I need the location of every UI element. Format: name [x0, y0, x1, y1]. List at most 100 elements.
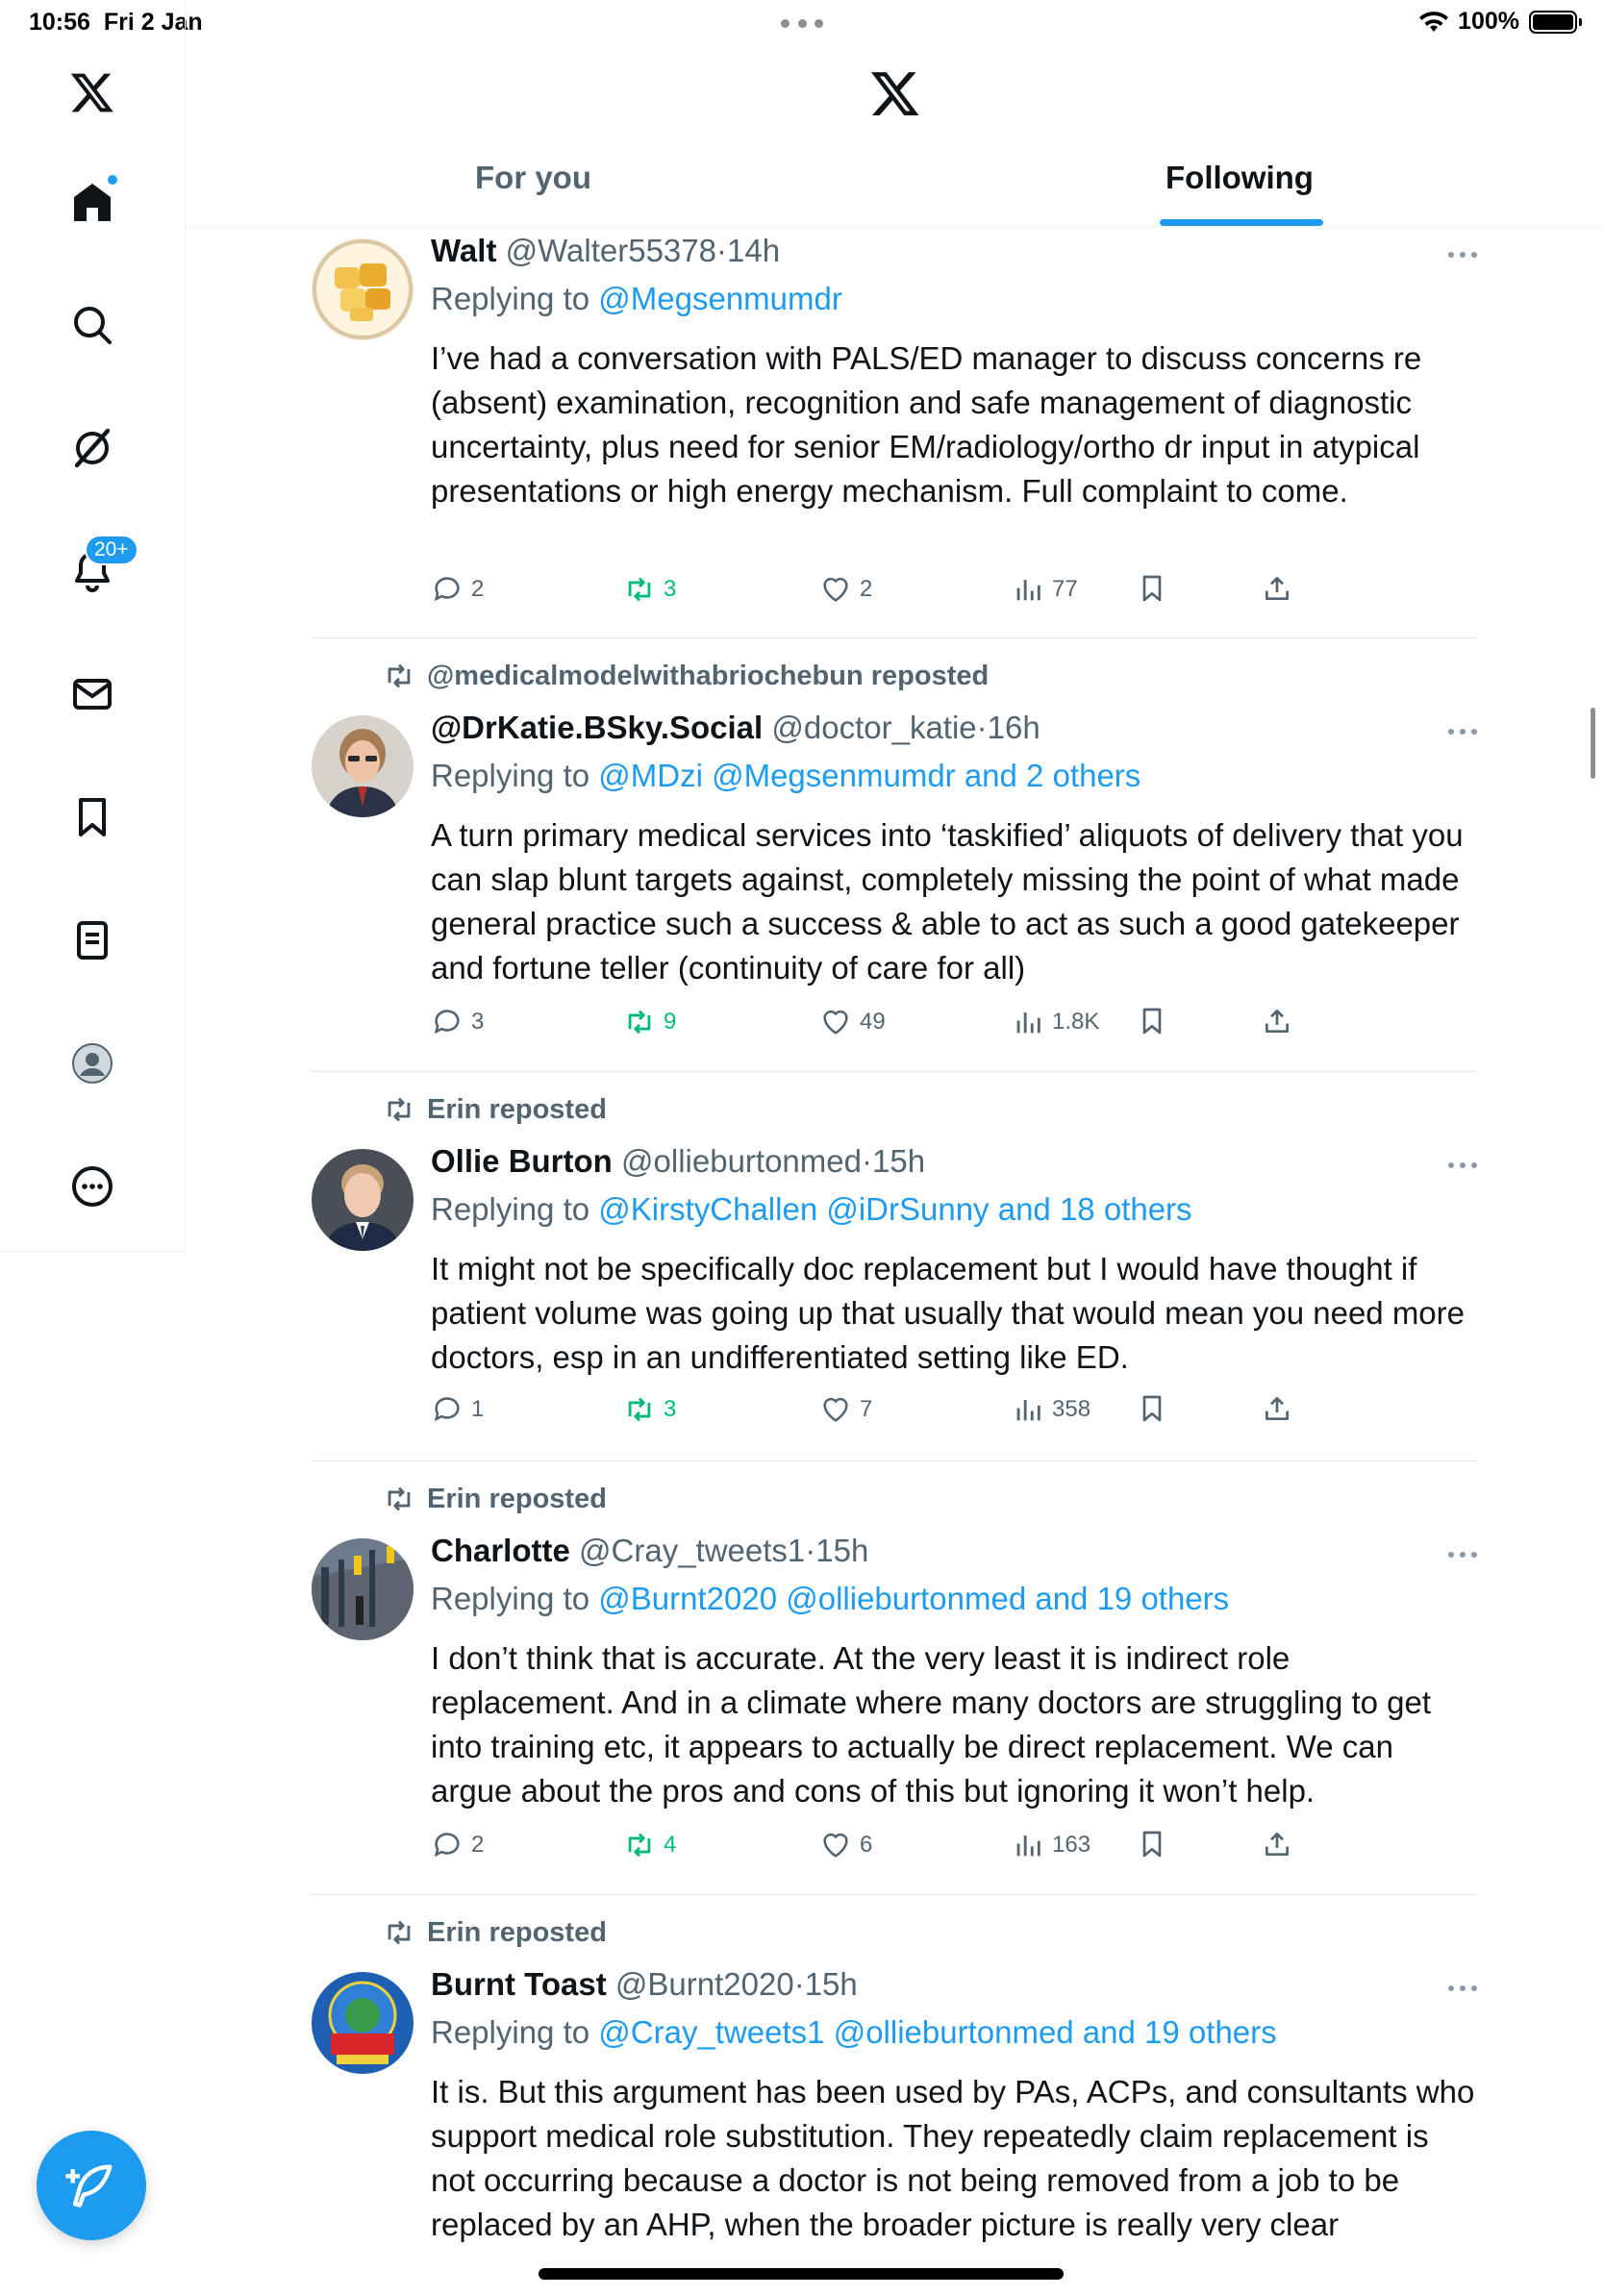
share-icon: [1266, 1833, 1289, 1856]
author-handle[interactable]: @Walter55378: [506, 233, 716, 268]
replying-to-link[interactable]: @KirstyChallen @iDrSunny and 18 others: [598, 1191, 1191, 1227]
reply-button[interactable]: 3: [431, 1006, 484, 1038]
reply-button[interactable]: 1: [431, 1393, 484, 1426]
post[interactable]: @medicalmodelwithabriochebun reposted @D…: [312, 638, 1477, 1072]
sidebar-x-logo[interactable]: [54, 54, 131, 131]
compose-post-button[interactable]: [37, 2131, 146, 2240]
more-options-icon[interactable]: [1448, 1985, 1477, 1993]
author-name[interactable]: Ollie Burton: [431, 1143, 613, 1179]
x-logo-icon[interactable]: [869, 67, 921, 119]
more-options-icon[interactable]: [1448, 1552, 1477, 1560]
post-header: Ollie Burton @ollieburtonmed·15h: [431, 1143, 926, 1179]
replying-to-link[interactable]: @Burnt2020 @ollieburtonmed and 19 others: [598, 1581, 1229, 1616]
post-time: 14h: [727, 233, 781, 268]
bookmark-button[interactable]: [1137, 1006, 1167, 1036]
views-icon: [1016, 1835, 1040, 1857]
bookmark-button[interactable]: [1137, 1829, 1167, 1859]
author-handle[interactable]: @ollieburtonmed: [621, 1143, 862, 1179]
views-button[interactable]: 77: [1012, 573, 1078, 606]
share-button[interactable]: [1262, 573, 1292, 604]
repost-button[interactable]: 3: [623, 573, 676, 606]
share-button[interactable]: [1262, 1829, 1292, 1859]
heart-icon: [823, 1833, 848, 1858]
views-button[interactable]: 163: [1012, 1829, 1090, 1861]
repost-count: 3: [664, 1396, 677, 1422]
replying-to-link[interactable]: @Megsenmumdr: [598, 281, 842, 316]
repost-icon: [388, 1486, 411, 1511]
new-posts-dot: [106, 173, 119, 187]
bookmark-button[interactable]: [1137, 1393, 1167, 1424]
views-button[interactable]: 1.8K: [1012, 1006, 1099, 1038]
sidebar-item-search[interactable]: [54, 287, 131, 363]
reply-button[interactable]: 2: [431, 573, 484, 606]
sidebar-item-more[interactable]: [54, 1148, 131, 1225]
sidebar-item-messages[interactable]: [54, 656, 131, 733]
author-name[interactable]: Burnt Toast: [431, 1966, 607, 2002]
author-handle[interactable]: @doctor_katie: [771, 710, 976, 745]
home-indicator[interactable]: [539, 2268, 1064, 2280]
views-button[interactable]: 358: [1012, 1393, 1090, 1426]
like-count: 7: [860, 1396, 873, 1422]
reply-button[interactable]: 2: [431, 1829, 484, 1861]
avatar[interactable]: [312, 238, 414, 340]
post[interactable]: Erin reposted Charlotte @Cray_tweets1·15…: [312, 1461, 1477, 1895]
post-actions: 2 4 6 163: [431, 1829, 1392, 1867]
like-button[interactable]: 49: [819, 1006, 886, 1038]
more-options-icon[interactable]: [1448, 252, 1477, 260]
reply-count: 2: [471, 576, 485, 602]
author-handle[interactable]: @Cray_tweets1: [579, 1533, 805, 1568]
repost-icon: [388, 1097, 411, 1122]
more-options-icon[interactable]: [1448, 729, 1477, 736]
share-button[interactable]: [1262, 1006, 1292, 1036]
tab-for-you[interactable]: For you: [475, 160, 591, 196]
post-text: I don’t think that is accurate. At the v…: [431, 1640, 1432, 1809]
avatar[interactable]: [312, 715, 414, 817]
share-button[interactable]: [1262, 1393, 1292, 1424]
like-button[interactable]: 2: [819, 573, 872, 606]
sidebar-item-notifications[interactable]: 20+: [54, 533, 138, 610]
author-name[interactable]: Charlotte: [431, 1533, 570, 1568]
reposted-by[interactable]: Erin reposted: [427, 1917, 607, 1949]
like-button[interactable]: 6: [819, 1829, 872, 1861]
notifications-badge: 20+: [85, 535, 138, 565]
sidebar-item-grok[interactable]: [54, 410, 131, 487]
reposted-by[interactable]: Erin reposted: [427, 1484, 607, 1515]
repost-context: Erin reposted: [383, 1916, 607, 1949]
post[interactable]: Erin reposted Burnt Toast @Burnt2020·15h…: [312, 1895, 1477, 2296]
replying-to: Replying to @Megsenmumdr: [431, 281, 842, 316]
author-name[interactable]: @DrKatie.BSky.Social: [431, 710, 763, 745]
scrollbar[interactable]: [1591, 708, 1595, 779]
multitasking-dots[interactable]: [781, 19, 823, 28]
avatar[interactable]: [312, 1538, 414, 1640]
repost-button[interactable]: 9: [623, 1006, 676, 1038]
sidebar-item-home[interactable]: [54, 163, 131, 240]
repost-button[interactable]: 4: [623, 1829, 676, 1861]
more-options-icon[interactable]: [1448, 1162, 1477, 1170]
sidebar-item-profile[interactable]: [54, 1025, 131, 1102]
author-name[interactable]: Walt: [431, 233, 496, 268]
repost-icon: [628, 1010, 651, 1035]
sidebar-item-lists[interactable]: [54, 902, 131, 979]
post-header: Walt @Walter55378·14h: [431, 233, 781, 268]
author-handle[interactable]: @Burnt2020: [615, 1966, 794, 2002]
repost-icon: [628, 1833, 651, 1858]
post[interactable]: Erin reposted Ollie Burton @ollieburtonm…: [312, 1072, 1477, 1461]
like-count: 6: [860, 1832, 873, 1858]
bookmark-button[interactable]: [1137, 573, 1167, 604]
like-button[interactable]: 7: [819, 1393, 872, 1426]
reply-icon: [434, 1010, 460, 1035]
repost-count: 3: [664, 576, 677, 602]
repost-button[interactable]: 3: [623, 1393, 676, 1426]
avatar[interactable]: [312, 1972, 414, 2074]
compose-icon: [65, 2164, 113, 2208]
reposted-by[interactable]: @medicalmodelwithabriochebun reposted: [427, 661, 989, 692]
tab-following[interactable]: Following: [1165, 160, 1314, 196]
sidebar-item-bookmarks[interactable]: [54, 779, 131, 856]
replying-to-link[interactable]: @Cray_tweets1 @ollieburtonmed and 19 oth…: [598, 2014, 1276, 2050]
post[interactable]: Walt @Walter55378·14h Replying to @Megse…: [312, 227, 1477, 638]
reposted-by[interactable]: Erin reposted: [427, 1094, 607, 1126]
repost-count: 4: [664, 1832, 677, 1858]
replying-to-link[interactable]: @MDzi @Megsenmumdr and 2 others: [598, 758, 1140, 793]
avatar[interactable]: [312, 1149, 414, 1251]
post-actions: 1 3 7 358: [431, 1393, 1392, 1432]
